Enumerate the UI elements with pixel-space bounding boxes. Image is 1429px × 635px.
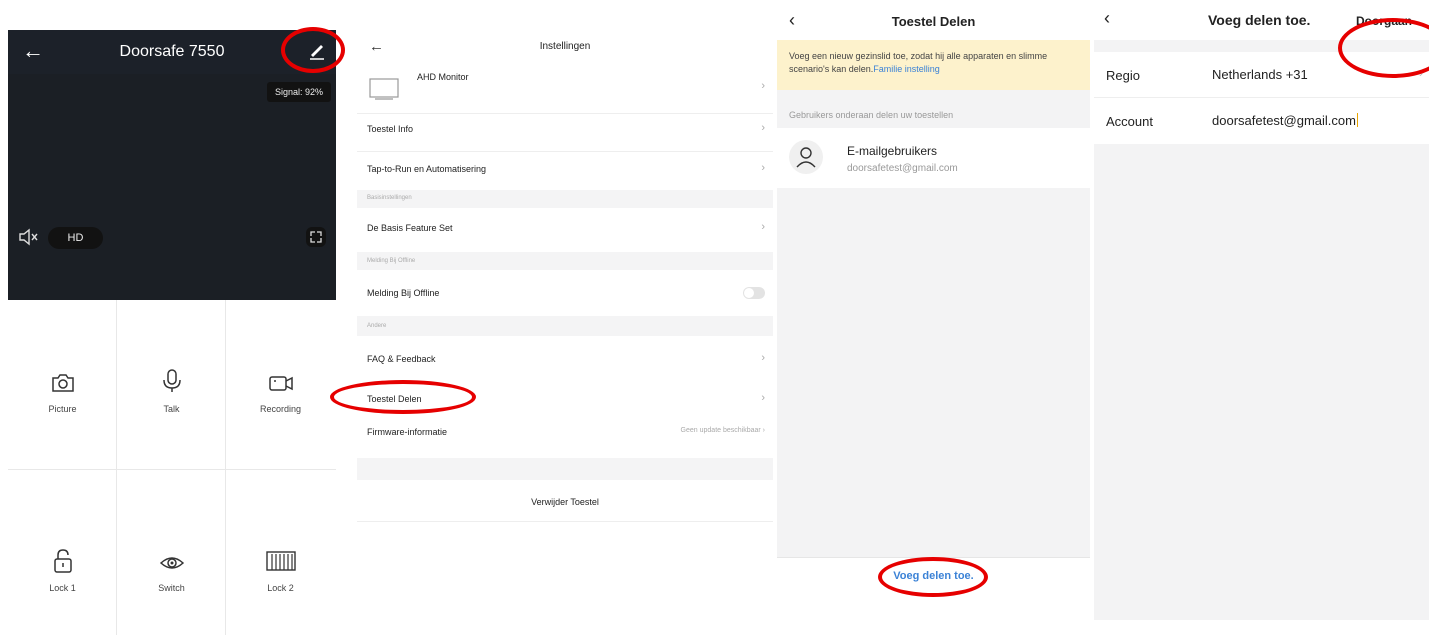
continue-button[interactable]: Doorgaan xyxy=(1356,14,1412,28)
action-grid: Picture Talk Recording Lock 1 Switch Loc… xyxy=(8,300,336,635)
toestel-info-row[interactable]: Toestel Info › xyxy=(357,114,773,152)
video-recording-icon xyxy=(269,376,293,391)
toestel-delen-row[interactable]: Toestel Delen › xyxy=(357,376,773,416)
device-name: AHD Monitor xyxy=(417,72,469,82)
faq-row[interactable]: FAQ & Feedback › xyxy=(357,336,773,376)
chevron-right-icon: › xyxy=(761,392,765,404)
action-picture[interactable]: Picture xyxy=(8,300,117,470)
device-title: Doorsafe 7550 xyxy=(119,43,225,60)
action-label: Lock 2 xyxy=(267,583,294,593)
device-row[interactable]: AHD Monitor › xyxy=(357,64,773,114)
remove-device-button[interactable]: Verwijder Toestel xyxy=(357,480,773,522)
action-recording[interactable]: Recording xyxy=(226,300,336,470)
tap-to-run-row[interactable]: Tap-to-Run en Automatisering › xyxy=(357,152,773,190)
quality-toggle[interactable]: HD xyxy=(48,227,103,249)
family-settings-link[interactable]: Familie instelling xyxy=(873,64,940,74)
account-row: Account doorsafetest@gmail.com xyxy=(1094,98,1429,144)
action-label: Lock 1 xyxy=(49,583,76,593)
chevron-right-icon: › xyxy=(761,162,765,174)
camera-icon xyxy=(52,374,74,392)
section-header-andere: Andere xyxy=(357,316,773,336)
section-label: Basisinstellingen xyxy=(367,195,412,201)
speaker-mute-icon[interactable] xyxy=(18,228,40,246)
row-label: Melding Bij Offline xyxy=(367,288,440,298)
action-talk[interactable]: Talk xyxy=(117,300,226,470)
offline-notification-toggle[interactable] xyxy=(743,287,765,299)
settings-header: ← Instellingen xyxy=(357,30,773,64)
page-title: Instellingen xyxy=(539,41,591,52)
basis-feature-row[interactable]: De Basis Feature Set › xyxy=(357,208,773,246)
fullscreen-icon[interactable] xyxy=(306,227,326,247)
page-title: Toestel Delen xyxy=(891,14,976,29)
eye-icon xyxy=(159,557,185,569)
region-value: Netherlands +31 xyxy=(1212,67,1308,82)
section-label: Melding Bij Offline xyxy=(367,258,416,264)
firmware-status: Geen update beschikbaar › xyxy=(680,427,765,434)
row-label: FAQ & Feedback xyxy=(367,354,436,364)
user-icon xyxy=(796,147,816,168)
family-notice-banner: Voeg een nieuw gezinslid toe, zodat hij … xyxy=(777,40,1090,90)
live-view-header: ← Doorsafe 7550 xyxy=(8,30,336,74)
action-label: Recording xyxy=(259,404,302,414)
add-share-screen: ‹ Voeg delen toe. Doorgaan Regio Netherl… xyxy=(1094,0,1429,620)
chevron-right-icon: › xyxy=(761,122,765,134)
offline-notification-row: Melding Bij Offline xyxy=(357,270,773,312)
chevron-right-icon: › xyxy=(761,221,765,233)
share-device-screen: ‹ Toestel Delen Voeg een nieuw gezinslid… xyxy=(777,0,1090,590)
firmware-row[interactable]: Firmware-informatie Geen update beschikb… xyxy=(357,416,773,456)
signal-badge: Signal: 92% xyxy=(267,82,331,102)
section-header-basis: Basisinstellingen xyxy=(357,190,773,208)
edit-pencil-icon[interactable] xyxy=(306,38,328,62)
region-label: Regio xyxy=(1106,68,1140,83)
section-spacer xyxy=(357,458,773,480)
monitor-icon xyxy=(369,78,399,100)
chevron-right-icon: › xyxy=(1419,66,1423,80)
row-label: Tap-to-Run en Automatisering xyxy=(367,164,487,174)
user-email: doorsafetest@gmail.com xyxy=(847,163,958,174)
gate-icon xyxy=(266,551,296,571)
row-label: Firmware-informatie xyxy=(367,427,448,437)
action-lock-1[interactable]: Lock 1 xyxy=(8,470,117,635)
add-share-form: Regio Netherlands +31 › Account doorsafe… xyxy=(1094,52,1429,144)
account-input[interactable]: doorsafetest@gmail.com xyxy=(1212,113,1358,128)
share-footer: Voeg delen toe. xyxy=(777,557,1090,590)
region-row[interactable]: Regio Netherlands +31 › xyxy=(1094,52,1429,98)
avatar xyxy=(789,140,823,174)
back-chevron-icon[interactable]: ‹ xyxy=(1104,8,1110,29)
video-feed[interactable] xyxy=(8,74,336,300)
chevron-right-icon: › xyxy=(761,80,765,92)
shared-user-row[interactable]: E-mailgebruikers doorsafetest@gmail.com xyxy=(777,128,1090,188)
action-lock-2[interactable]: Lock 2 xyxy=(226,470,336,635)
section-header-offline: Melding Bij Offline xyxy=(357,252,773,270)
page-title: Voeg delen toe. xyxy=(1208,12,1311,28)
chevron-right-icon: › xyxy=(761,352,765,364)
action-label: Switch xyxy=(158,583,185,593)
section-label: Andere xyxy=(367,323,387,329)
user-name: E-mailgebruikers xyxy=(847,144,938,158)
row-label: Toestel Info xyxy=(367,124,414,134)
shared-users-subheader: Gebruikers onderaan delen uw toestellen xyxy=(789,110,954,120)
action-label: Picture xyxy=(48,404,77,414)
live-view-screen: ← Doorsafe 7550 Signal: 92% HD Picture T… xyxy=(8,30,336,635)
add-share-button[interactable]: Voeg delen toe. xyxy=(777,570,1090,582)
account-label: Account xyxy=(1106,114,1153,129)
remove-device-label: Verwijder Toestel xyxy=(531,497,599,507)
share-header: ‹ Toestel Delen xyxy=(777,0,1090,40)
add-share-header: ‹ Voeg delen toe. Doorgaan xyxy=(1094,0,1429,40)
action-switch[interactable]: Switch xyxy=(117,470,226,635)
lock-icon xyxy=(54,549,72,573)
action-label: Talk xyxy=(163,404,180,414)
settings-screen: ← Instellingen AHD Monitor › Toestel Inf… xyxy=(357,30,773,635)
row-label: De Basis Feature Set xyxy=(367,223,453,233)
microphone-icon xyxy=(163,369,181,392)
row-label: Toestel Delen xyxy=(367,394,422,404)
